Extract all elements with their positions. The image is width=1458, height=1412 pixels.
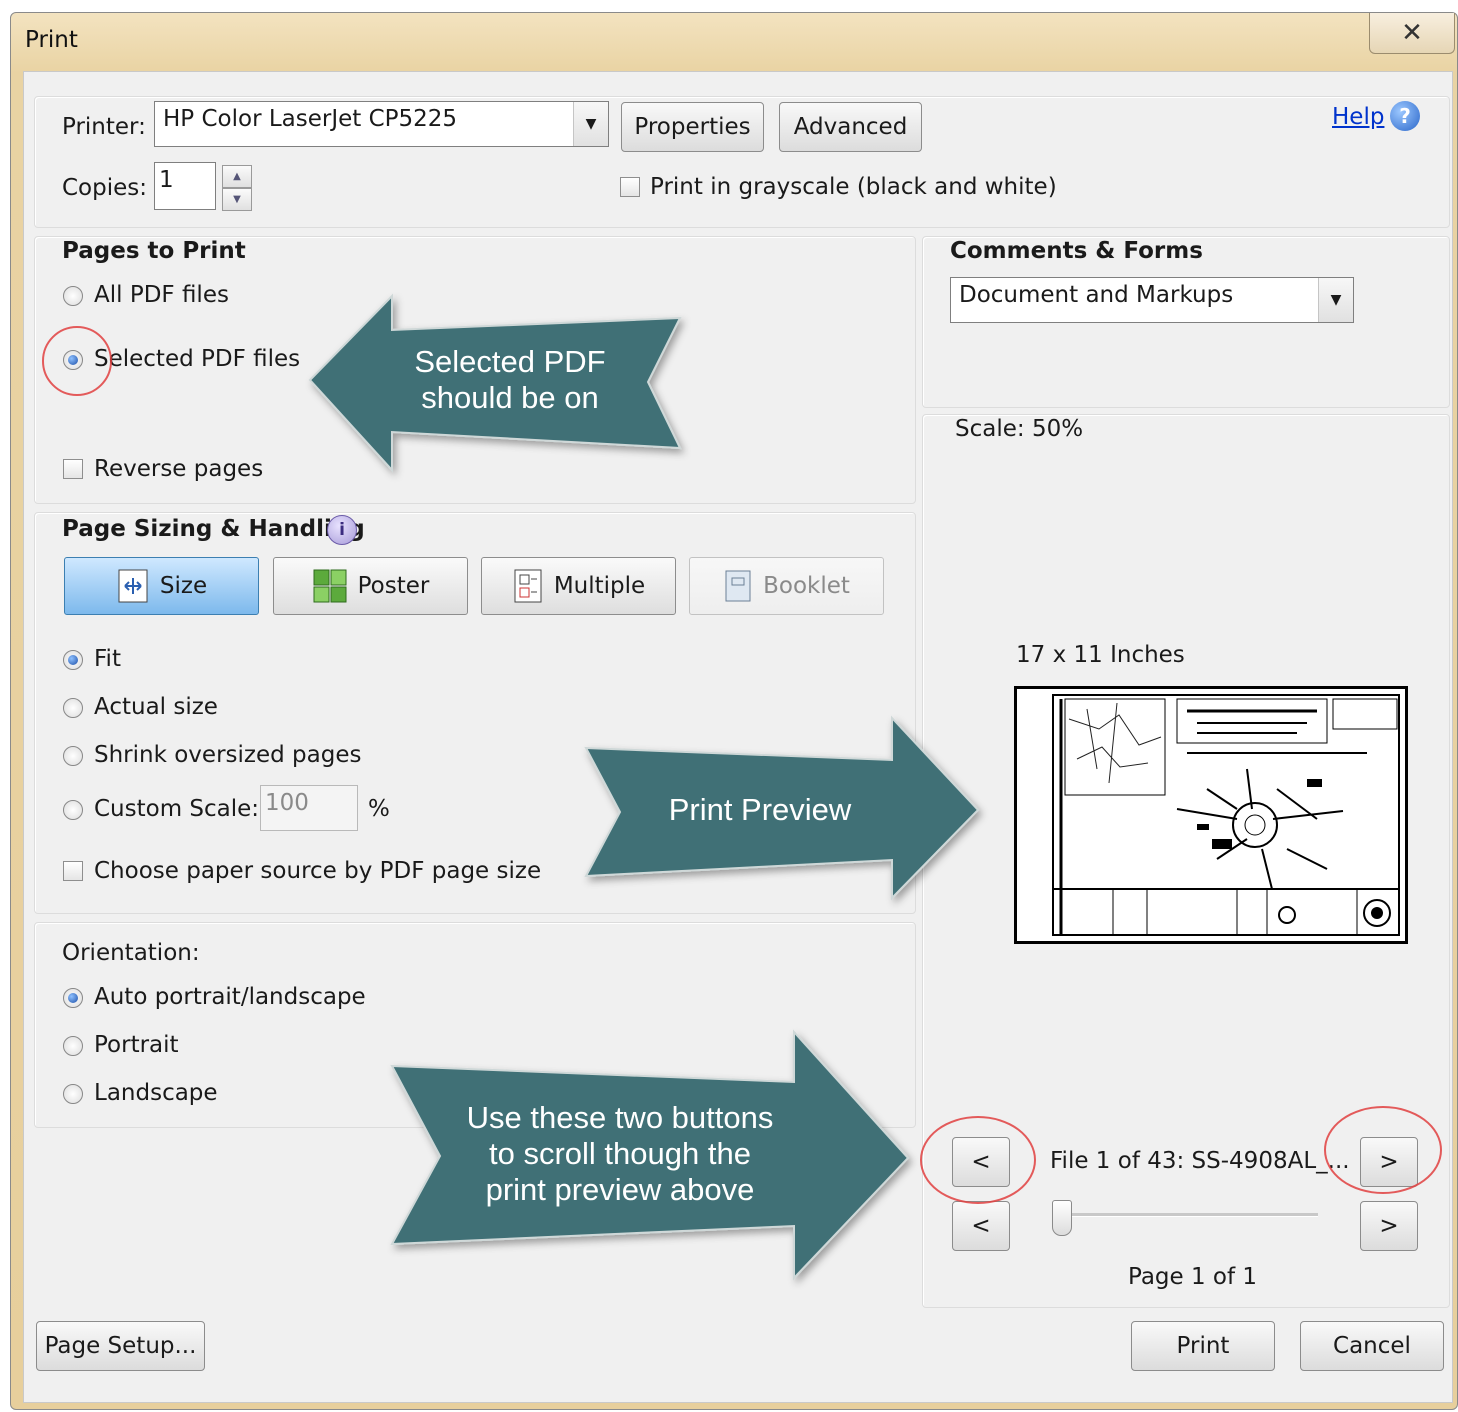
callout-scroll-buttons: Use these two buttons to scroll though t… [466,1100,774,1207]
callout-selected-pdf: Selected PDF should be on [414,344,606,415]
callout-print-preview: Print Preview [668,792,852,827]
